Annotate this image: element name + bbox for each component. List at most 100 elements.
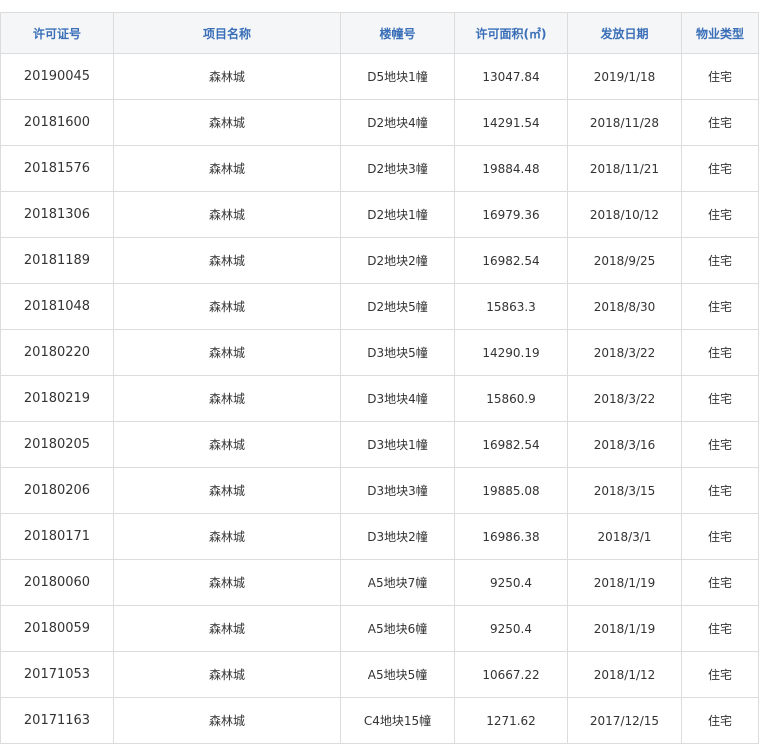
building-number-cell: D3地块5幢 xyxy=(340,329,455,376)
issue-date-cell: 2018/11/21 xyxy=(567,145,682,192)
issue-date-cell: 2018/11/28 xyxy=(567,99,682,146)
issue-date-cell: 2018/3/22 xyxy=(567,375,682,422)
permit-area-cell: 16986.38 xyxy=(454,513,568,560)
building-number-cell: D3地块3幢 xyxy=(340,467,455,514)
project-name-cell: 森林城 xyxy=(113,467,341,514)
permit-number-cell: 20190045 xyxy=(0,53,114,100)
issue-date-cell: 2018/3/16 xyxy=(567,421,682,468)
permit-table-header: 许可证号 项目名称 楼幢号 许可面积(㎡) 发放日期 物业类型 xyxy=(0,12,759,54)
property-type-cell: 住宅 xyxy=(681,697,759,744)
property-type-cell: 住宅 xyxy=(681,421,759,468)
table-row: 20181600 森林城 D2地块4幢 14291.54 2018/11/28 住宅 xyxy=(0,99,759,146)
permit-area-cell: 15863.3 xyxy=(454,283,568,330)
table-row: 20171053 森林城 A5地块5幢 10667.22 2018/1/12 住宅 xyxy=(0,651,759,698)
building-number-cell: D5地块1幢 xyxy=(340,53,455,100)
property-type-cell: 住宅 xyxy=(681,651,759,698)
permit-number-cell: 20171053 xyxy=(0,651,114,698)
permit-area-cell: 9250.4 xyxy=(454,559,568,606)
project-name-cell: 森林城 xyxy=(113,697,341,744)
project-name-cell: 森林城 xyxy=(113,513,341,560)
table-row: 20181048 森林城 D2地块5幢 15863.3 2018/8/30 住宅 xyxy=(0,283,759,330)
permit-area-cell: 19885.08 xyxy=(454,467,568,514)
permit-number-cell: 20180219 xyxy=(0,375,114,422)
table-row: 20171163 森林城 C4地块15幢 1271.62 2017/12/15 住宅 xyxy=(0,697,759,744)
table-row: 20181306 森林城 D2地块1幢 16979.36 2018/10/12 住宅 xyxy=(0,191,759,238)
project-name-cell: 森林城 xyxy=(113,191,341,238)
building-number-cell: D2地块5幢 xyxy=(340,283,455,330)
table-row: 20180219 森林城 D3地块4幢 15860.9 2018/3/22 住宅 xyxy=(0,375,759,422)
project-name-cell: 森林城 xyxy=(113,145,341,192)
permit-table-body: 20190045 森林城 D5地块1幢 13047.84 2019/1/18 住宅 2018… xyxy=(0,53,759,744)
issue-date-cell: 2018/1/19 xyxy=(567,605,682,652)
permit-number-cell: 20180060 xyxy=(0,559,114,606)
issue-date-cell: 2017/12/15 xyxy=(567,697,682,744)
header-permit-area: 许可面积(㎡) xyxy=(454,12,568,54)
permit-number-cell: 20180220 xyxy=(0,329,114,376)
project-name-cell: 森林城 xyxy=(113,283,341,330)
project-name-cell: 森林城 xyxy=(113,53,341,100)
header-building-number: 楼幢号 xyxy=(340,12,455,54)
building-number-cell: D3地块1幢 xyxy=(340,421,455,468)
issue-date-cell: 2019/1/18 xyxy=(567,53,682,100)
project-name-cell: 森林城 xyxy=(113,99,341,146)
table-row: 20180205 森林城 D3地块1幢 16982.54 2018/3/16 住宅 xyxy=(0,421,759,468)
building-number-cell: D3地块4幢 xyxy=(340,375,455,422)
issue-date-cell: 2018/1/12 xyxy=(567,651,682,698)
permit-area-cell: 14290.19 xyxy=(454,329,568,376)
table-row: 20180059 森林城 A5地块6幢 9250.4 2018/1/19 住宅 xyxy=(0,605,759,652)
permit-number-cell: 20180205 xyxy=(0,421,114,468)
permit-area-cell: 1271.62 xyxy=(454,697,568,744)
table-row: 20181576 森林城 D2地块3幢 19884.48 2018/11/21 住宅 xyxy=(0,145,759,192)
property-type-cell: 住宅 xyxy=(681,237,759,284)
permit-number-cell: 20180059 xyxy=(0,605,114,652)
permit-area-cell: 13047.84 xyxy=(454,53,568,100)
property-type-cell: 住宅 xyxy=(681,329,759,376)
table-row: 20180206 森林城 D3地块3幢 19885.08 2018/3/15 住宅 xyxy=(0,467,759,514)
header-issue-date: 发放日期 xyxy=(567,12,682,54)
property-type-cell: 住宅 xyxy=(681,513,759,560)
property-type-cell: 住宅 xyxy=(681,467,759,514)
property-type-cell: 住宅 xyxy=(681,191,759,238)
building-number-cell: D2地块3幢 xyxy=(340,145,455,192)
header-project-name: 项目名称 xyxy=(113,12,341,54)
project-name-cell: 森林城 xyxy=(113,375,341,422)
project-name-cell: 森林城 xyxy=(113,237,341,284)
permit-number-cell: 20181576 xyxy=(0,145,114,192)
permit-area-cell: 10667.22 xyxy=(454,651,568,698)
permit-area-cell: 19884.48 xyxy=(454,145,568,192)
issue-date-cell: 2018/10/12 xyxy=(567,191,682,238)
property-type-cell: 住宅 xyxy=(681,283,759,330)
permit-number-cell: 20181189 xyxy=(0,237,114,284)
issue-date-cell: 2018/1/19 xyxy=(567,559,682,606)
issue-date-cell: 2018/3/15 xyxy=(567,467,682,514)
issue-date-cell: 2018/9/25 xyxy=(567,237,682,284)
property-type-cell: 住宅 xyxy=(681,53,759,100)
property-type-cell: 住宅 xyxy=(681,605,759,652)
permit-area-cell: 14291.54 xyxy=(454,99,568,146)
project-name-cell: 森林城 xyxy=(113,329,341,376)
page: 许可证号 项目名称 楼幢号 许可面积(㎡) 发放日期 物业类型 20190045… xyxy=(0,0,759,745)
permit-table: 许可证号 项目名称 楼幢号 许可面积(㎡) 发放日期 物业类型 20190045… xyxy=(0,12,759,744)
header-property-type: 物业类型 xyxy=(681,12,759,54)
property-type-cell: 住宅 xyxy=(681,375,759,422)
permit-area-cell: 16979.36 xyxy=(454,191,568,238)
permit-number-cell: 20180171 xyxy=(0,513,114,560)
permit-number-cell: 20180206 xyxy=(0,467,114,514)
permit-area-cell: 16982.54 xyxy=(454,421,568,468)
building-number-cell: A5地块5幢 xyxy=(340,651,455,698)
permit-number-cell: 20181600 xyxy=(0,99,114,146)
building-number-cell: A5地块7幢 xyxy=(340,559,455,606)
project-name-cell: 森林城 xyxy=(113,651,341,698)
building-number-cell: D3地块2幢 xyxy=(340,513,455,560)
header-row: 许可证号 项目名称 楼幢号 许可面积(㎡) 发放日期 物业类型 xyxy=(0,12,759,54)
project-name-cell: 森林城 xyxy=(113,605,341,652)
property-type-cell: 住宅 xyxy=(681,559,759,606)
header-permit-number: 许可证号 xyxy=(0,12,114,54)
issue-date-cell: 2018/3/22 xyxy=(567,329,682,376)
permit-area-cell: 16982.54 xyxy=(454,237,568,284)
table-row: 20190045 森林城 D5地块1幢 13047.84 2019/1/18 住宅 xyxy=(0,53,759,100)
building-number-cell: D2地块2幢 xyxy=(340,237,455,284)
table-row: 20180220 森林城 D3地块5幢 14290.19 2018/3/22 住宅 xyxy=(0,329,759,376)
table-row: 20181189 森林城 D2地块2幢 16982.54 2018/9/25 住宅 xyxy=(0,237,759,284)
table-row: 20180171 森林城 D3地块2幢 16986.38 2018/3/1 住宅 xyxy=(0,513,759,560)
